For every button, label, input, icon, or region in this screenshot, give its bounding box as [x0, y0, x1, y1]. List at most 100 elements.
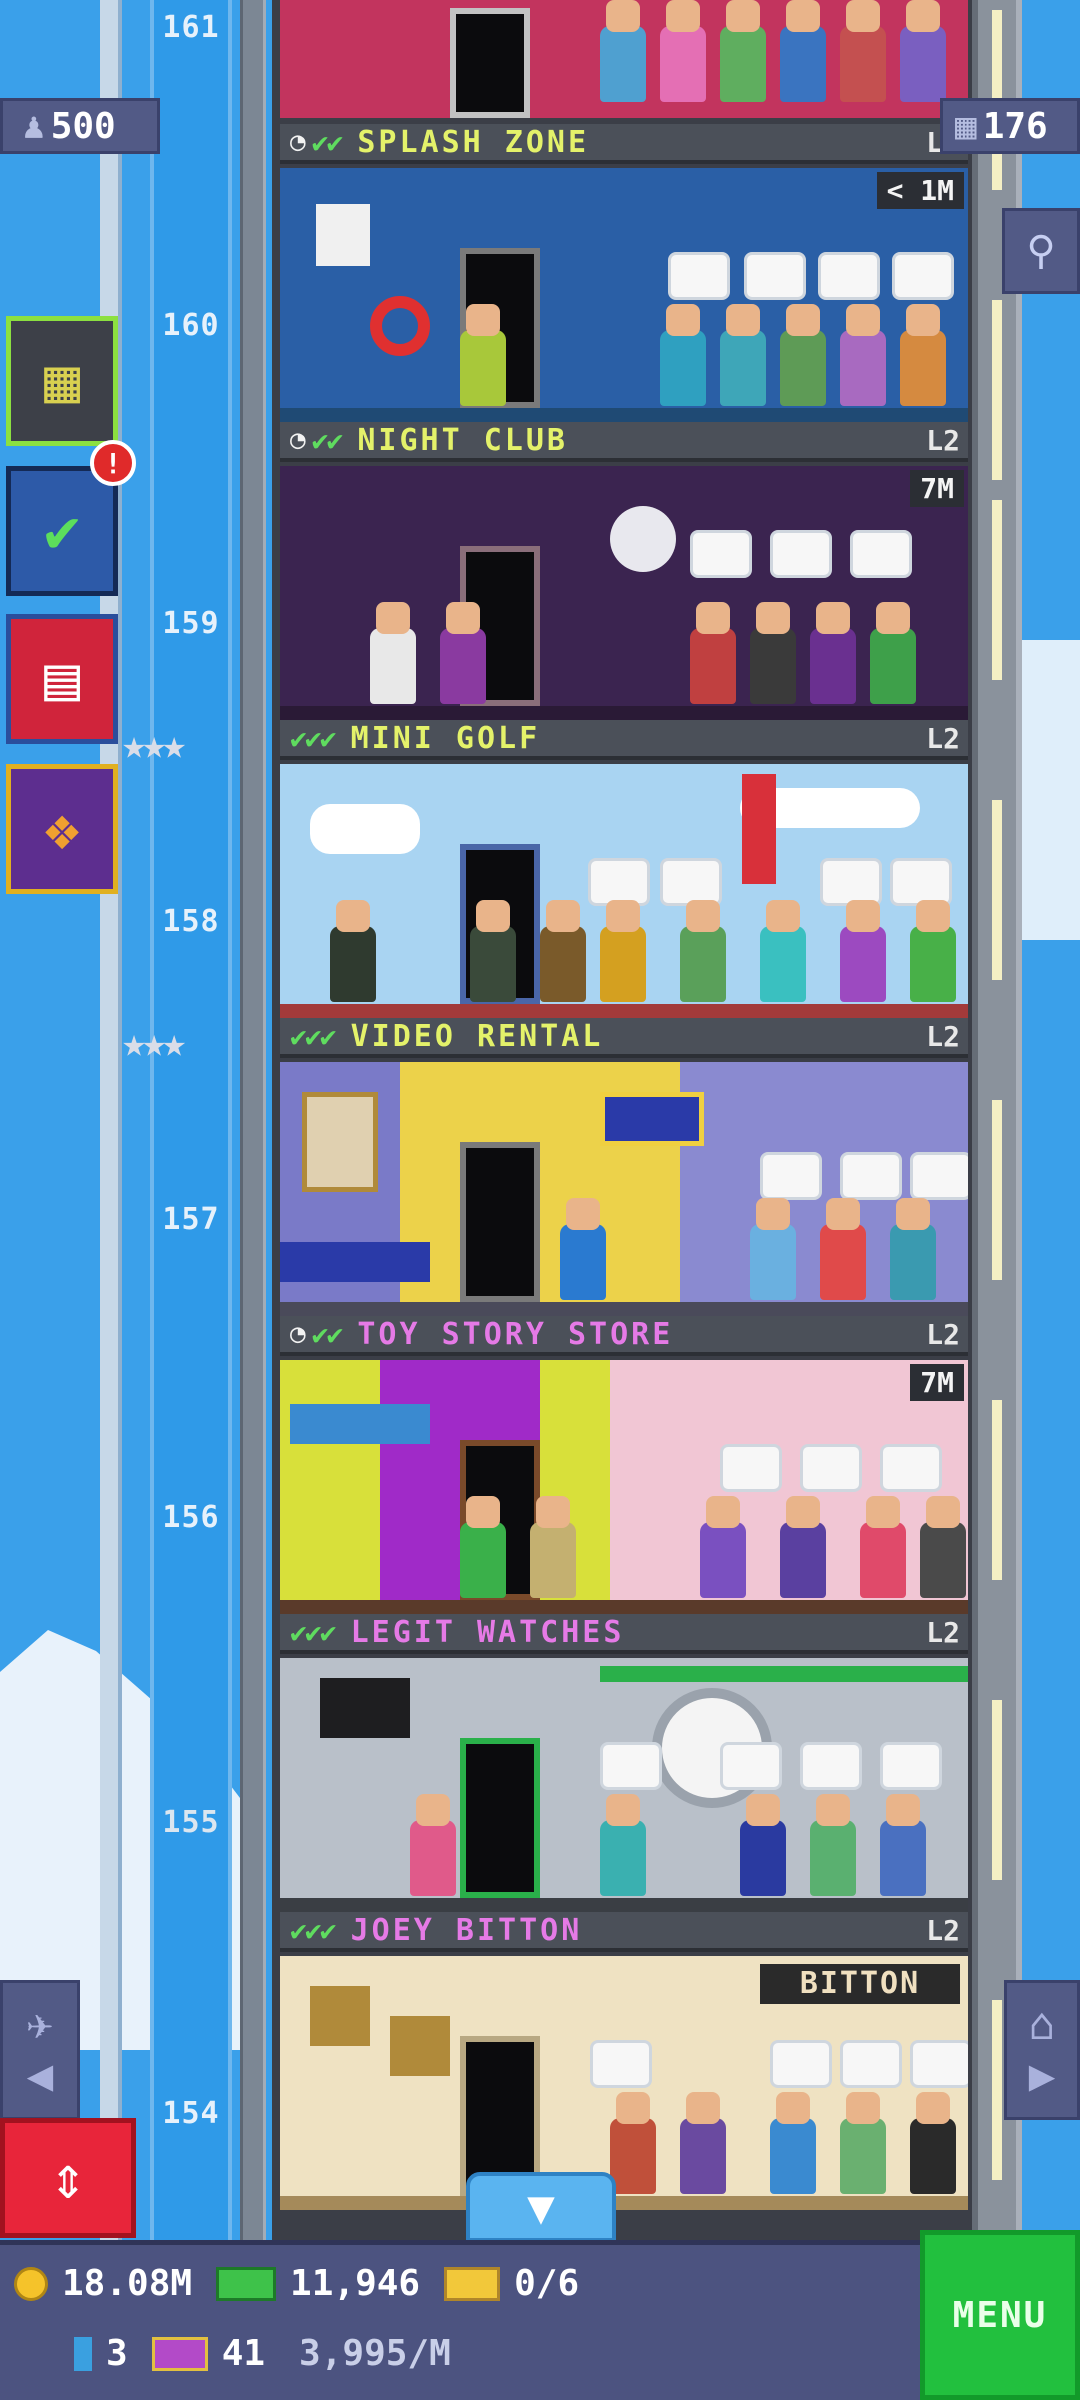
floor-number: 159 — [162, 606, 220, 641]
check-icons: ✔✔✔ — [290, 721, 337, 755]
floor-label: ◔ ✔✔ SPLASH ZONE L2 — [280, 124, 968, 164]
floor-night-club[interactable]: ◔ ✔✔ NIGHT CLUB L2 7M — [280, 422, 968, 720]
home-icon: ⌂ — [1028, 1999, 1056, 2050]
coin-icon — [14, 2266, 48, 2301]
check-icons: ✔✔ — [311, 1317, 344, 1351]
chevron-down-icon: ▼ — [527, 2180, 555, 2234]
room-interior: 7M — [280, 1360, 968, 1614]
missions-alert-badge: ! — [90, 440, 136, 486]
floor-label: ◔ ✔✔ NIGHT CLUB L2 — [280, 422, 968, 462]
floor-level: L2 — [926, 722, 960, 755]
floor-video-rental[interactable]: ✔✔✔ VIDEO RENTAL L2 — [280, 1018, 968, 1316]
elevator-button[interactable]: ⇕ — [0, 2118, 136, 2238]
floor-joey-bitton[interactable]: ✔✔✔ JOEY BITTON L2 BITTON — [280, 1912, 968, 2210]
floor-label: ✔✔✔ MINI GOLF L2 — [280, 720, 968, 760]
floor-label: ✔✔✔ JOEY BITTON L2 — [280, 1912, 968, 1952]
floor-room-partial[interactable] — [280, 0, 968, 118]
floor-number: 161 — [162, 10, 220, 45]
coins-value: 18.08M — [62, 2263, 193, 2304]
missions-button[interactable]: ✔ — [6, 466, 118, 596]
building-icon: ▦ — [43, 346, 81, 416]
building-grid-icon: ▦ — [955, 105, 977, 147]
floor-name: NIGHT CLUB — [357, 422, 568, 458]
floor-level: L2 — [926, 1020, 960, 1053]
rating-stars: ★★★ — [122, 1020, 186, 1066]
room-interior: BITTON — [280, 1956, 968, 2210]
floor-number: 160 — [162, 308, 220, 343]
magnifier-icon: ⚲ — [1026, 228, 1056, 274]
check-icons: ✔✔✔ — [290, 1615, 337, 1649]
clock-icon: ◔ — [290, 1319, 306, 1349]
key-icon — [74, 2336, 92, 2371]
floor-number: 155 — [162, 1805, 220, 1840]
chevron-left-icon: ◀ — [26, 2050, 54, 2101]
home-nav-button[interactable]: ⌂ ▶ — [1004, 1980, 1080, 2120]
population-counter[interactable]: ♟ 500 — [0, 98, 160, 154]
tickets-value: 0/6 — [514, 2263, 580, 2304]
check-icons: ✔✔✔ — [290, 1913, 337, 1947]
search-button[interactable]: ⚲ — [1002, 208, 1080, 294]
ticket-icon — [444, 2266, 501, 2301]
calendar-icon: ▤ — [43, 644, 81, 714]
floor-name: LEGIT WATCHES — [350, 1614, 625, 1650]
keys-value: 3 — [106, 2333, 128, 2374]
gift-icon: ❖ — [43, 794, 81, 864]
chevron-right-icon: ▶ — [1028, 2050, 1056, 2101]
floor-name: JOEY BITTON — [350, 1912, 583, 1948]
bux-icon — [216, 2266, 277, 2301]
income-badge: < 1M — [876, 172, 964, 209]
elevator-rope — [240, 0, 266, 2400]
floor-toy-story-store[interactable]: ◔ ✔✔ TOY STORY STORE L2 7M — [280, 1316, 968, 1614]
income-rate: 3,995/M — [299, 2333, 451, 2374]
room-interior — [280, 764, 968, 1018]
floor-mini-golf[interactable]: ✔✔✔ MINI GOLF L2 — [280, 720, 968, 1018]
floor-label: ✔✔✔ LEGIT WATCHES L2 — [280, 1614, 968, 1654]
floor-level: L2 — [926, 1914, 960, 1947]
checklist-icon: ✔ — [43, 496, 81, 566]
floor-number: 157 — [162, 1202, 220, 1237]
room-interior — [280, 1658, 968, 1912]
floor-legit-watches[interactable]: ✔✔✔ LEGIT WATCHES L2 — [280, 1614, 968, 1912]
check-icons: ✔✔ — [311, 423, 344, 457]
elevator-shaft[interactable] — [150, 0, 232, 2400]
floor-label: ◔ ✔✔ TOY STORY STORE L2 — [280, 1316, 968, 1356]
bottom-hud: 18.08M 11,946 0/6 3 41 3,995/M — [0, 2240, 1080, 2400]
gift-button[interactable]: ❖ — [6, 764, 118, 894]
up-down-arrows-icon: ⇕ — [49, 2143, 87, 2213]
person-icon: ♟ — [23, 105, 45, 147]
build-floor-button[interactable]: ▦ — [6, 316, 118, 446]
clock-icon: ◔ — [290, 127, 306, 157]
scroll-down-button[interactable]: ▼ — [466, 2172, 616, 2242]
lobby-nav-button[interactable]: ✈ ◀ — [0, 1980, 80, 2120]
clock-icon: ◔ — [290, 425, 306, 455]
calendar-button[interactable]: ▤ — [6, 614, 118, 744]
floor-level: L2 — [926, 424, 960, 457]
right-rail — [972, 0, 1022, 2240]
floor-number: 158 — [162, 904, 220, 939]
income-badge: 7M — [910, 470, 964, 507]
income-badge: 7M — [910, 1364, 964, 1401]
check-icons: ✔✔✔ — [290, 1019, 337, 1053]
floor-level: L2 — [926, 1616, 960, 1649]
floor-name: MINI GOLF — [350, 720, 541, 756]
floor-name: TOY STORY STORE — [357, 1316, 674, 1352]
menu-button[interactable]: MENU — [920, 2230, 1080, 2400]
floor-name: VIDEO RENTAL — [350, 1018, 604, 1054]
room-interior: 7M — [280, 466, 968, 720]
population-value: 500 — [50, 105, 116, 147]
check-icons: ✔✔ — [311, 125, 344, 159]
floor-name: SPLASH ZONE — [357, 124, 590, 160]
rating-stars: ★★★ — [122, 722, 186, 768]
bux-value: 11,946 — [290, 2263, 421, 2304]
floor-number: 156 — [162, 1500, 220, 1535]
storey-value: 176 — [982, 105, 1048, 147]
room-interior: < 1M — [280, 168, 968, 422]
room-interior — [280, 1062, 968, 1316]
plane-icon: ✈ — [26, 1999, 54, 2050]
floor-splash-zone[interactable]: ◔ ✔✔ SPLASH ZONE L2 < 1M — [280, 124, 968, 422]
floor-label: ✔✔✔ VIDEO RENTAL L2 — [280, 1018, 968, 1058]
store-sign: BITTON — [760, 1964, 960, 2004]
storey-counter[interactable]: ▦ 176 — [940, 98, 1080, 154]
vip-icon — [151, 2336, 208, 2371]
floor-level: L2 — [926, 1318, 960, 1351]
